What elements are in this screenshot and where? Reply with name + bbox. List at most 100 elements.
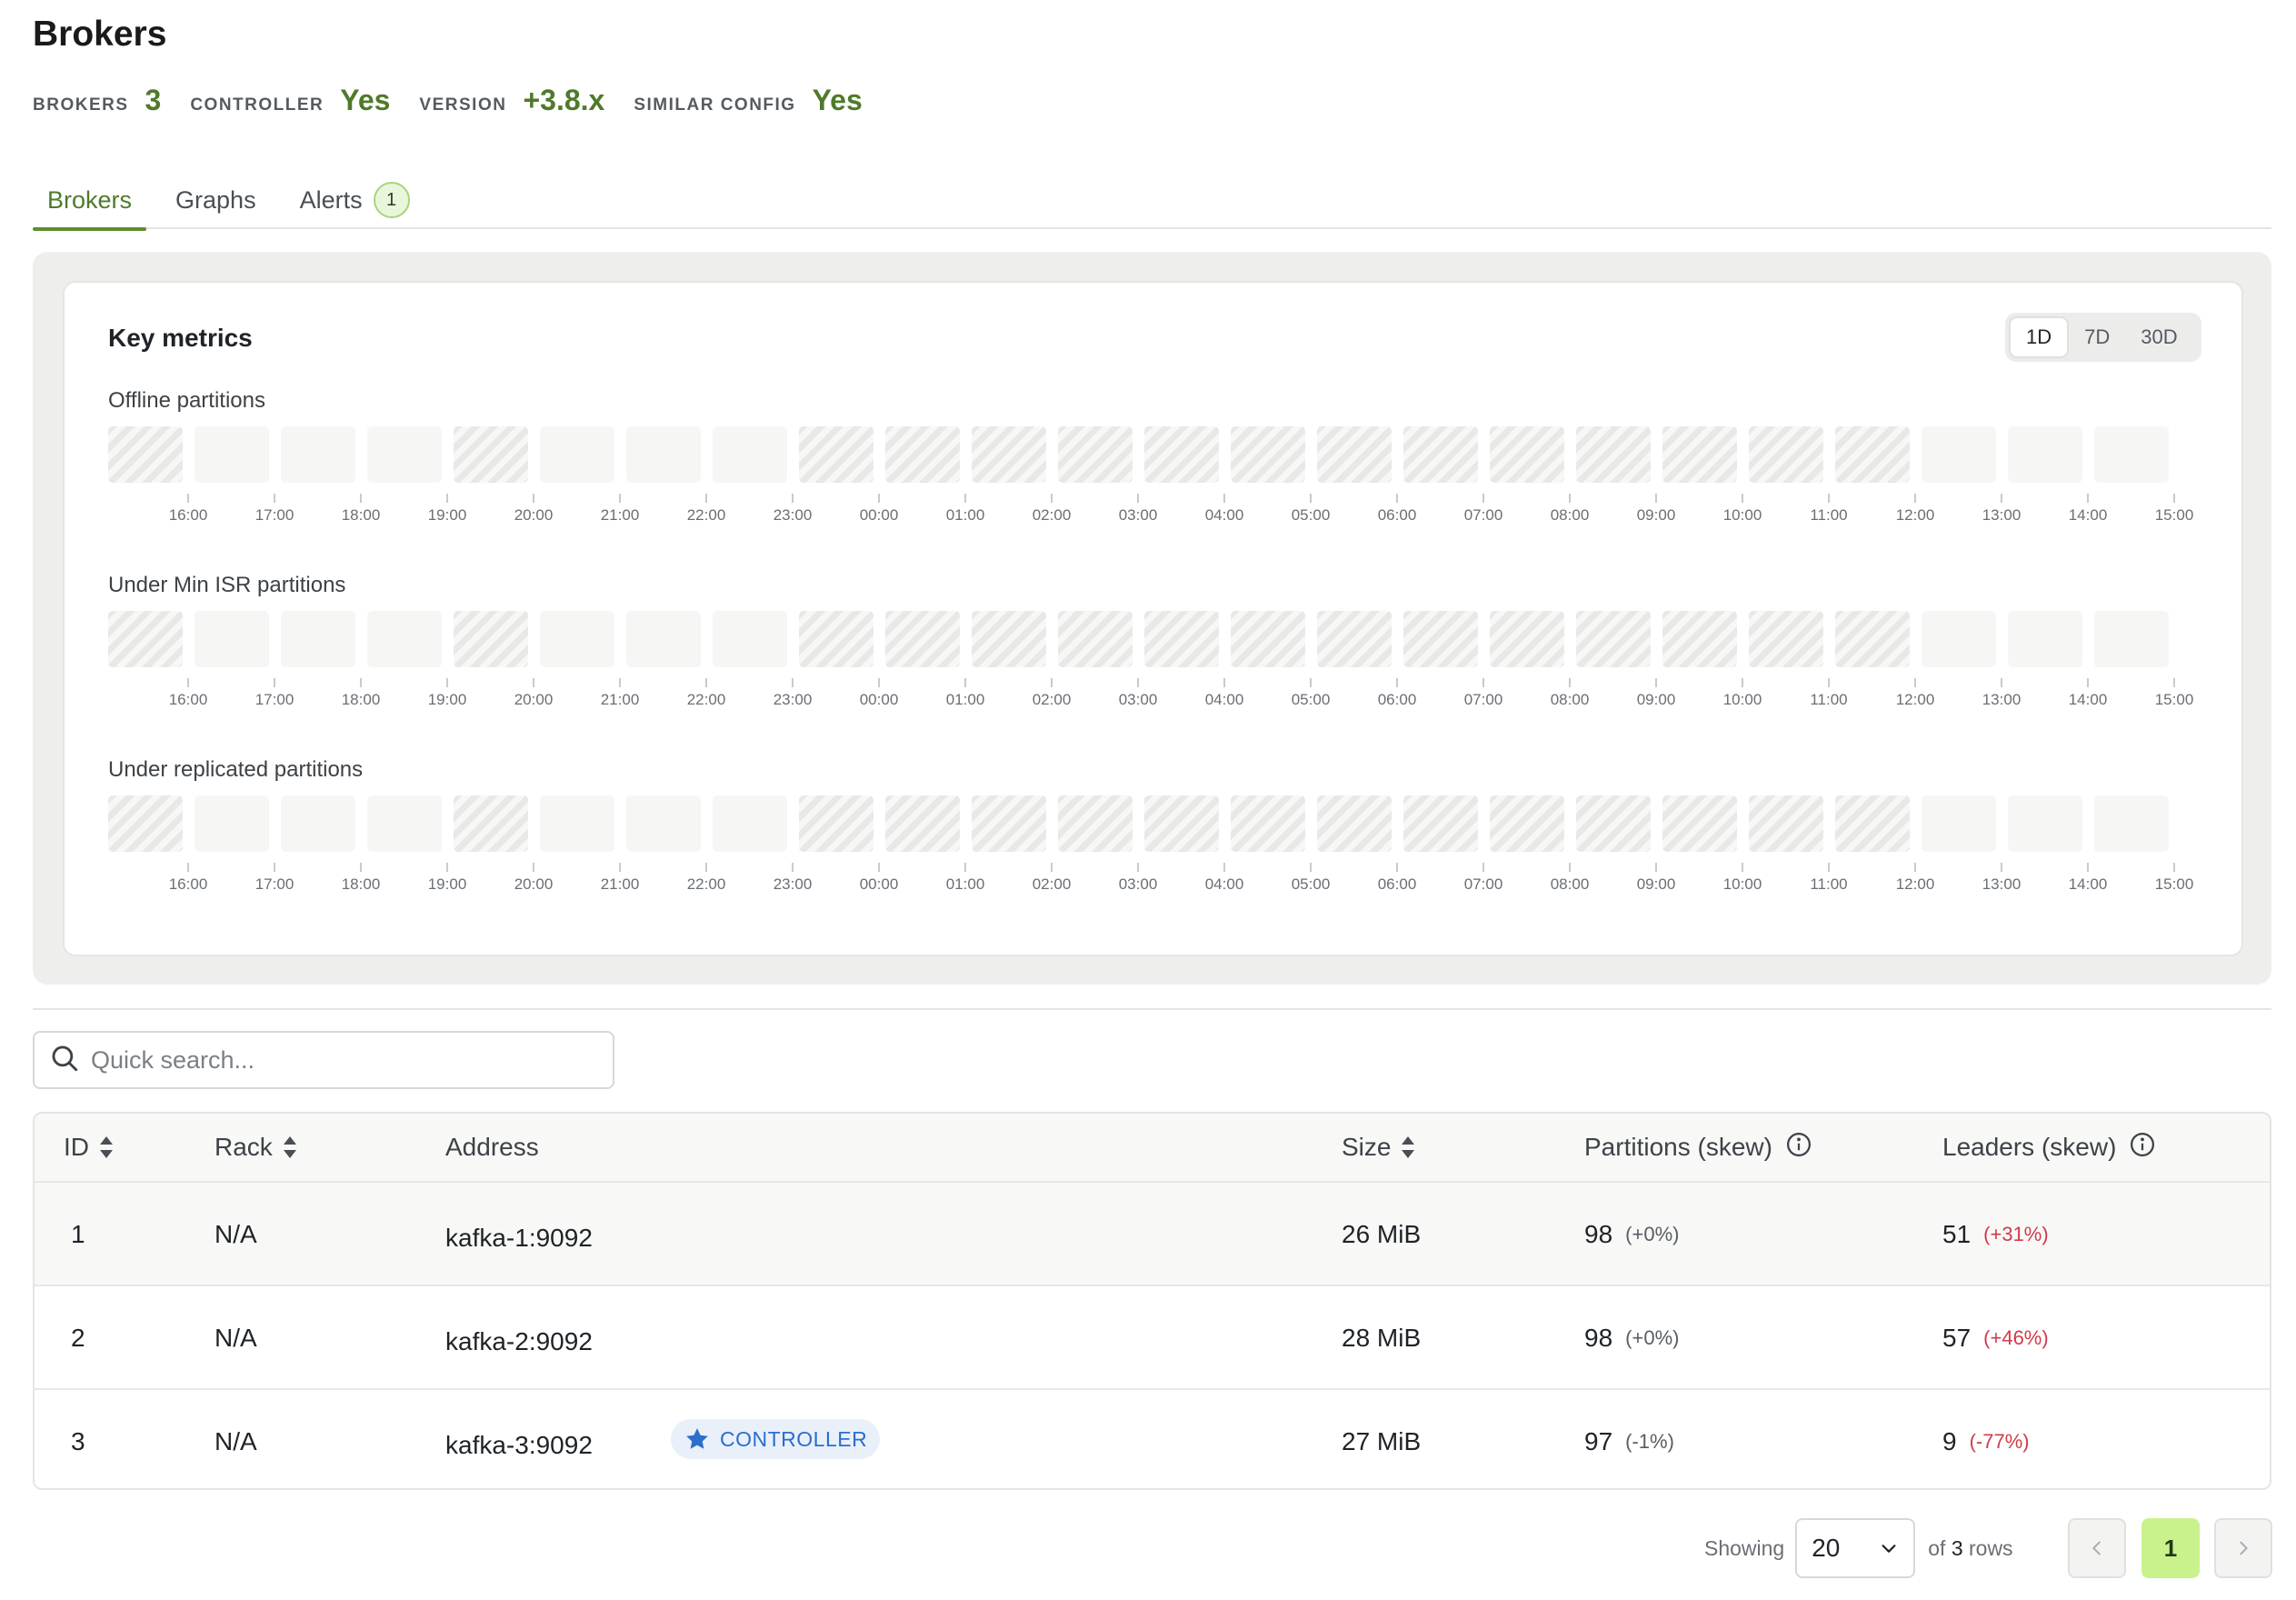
bar-cell-no-data [1749, 426, 1823, 483]
axis-tick [705, 863, 707, 872]
axis-tick [1051, 678, 1053, 687]
bar-cell-no-data [1058, 426, 1133, 483]
search-input[interactable] [91, 1045, 600, 1075]
star-icon [686, 1428, 708, 1449]
axis-tick [274, 494, 275, 503]
table-row[interactable]: 1 N/A kafka-1:9092 26 MiB 98 (+0%) 51 (+… [35, 1181, 2270, 1285]
axis-tick [2001, 494, 2002, 503]
bar-cell-no-data [1403, 611, 1478, 667]
axis-tick [1051, 863, 1053, 872]
bar-cell-no-data [1058, 795, 1133, 852]
bar-cell-no-data [454, 426, 528, 483]
axis-tick [619, 678, 621, 687]
bar-cell-no-data [1490, 795, 1564, 852]
axis-tick [360, 494, 362, 503]
bar-cell-no-data [1231, 611, 1305, 667]
bar-cell-no-data [1144, 611, 1219, 667]
chevron-down-icon [1882, 1545, 1896, 1553]
bar-cell-empty [2008, 426, 2082, 483]
page-size-value: 20 [1812, 1534, 1841, 1562]
axis-tick [1482, 494, 1484, 503]
axis-tick-label: 21:00 [600, 875, 640, 893]
range-7d-button[interactable]: 7D [2069, 316, 2125, 358]
column-label: Rack [215, 1133, 273, 1161]
page-1-button[interactable]: 1 [2141, 1518, 2200, 1578]
axis-tick [1828, 863, 1830, 872]
stat-controller: CONTROLLER Yes [190, 84, 390, 117]
range-1d-button[interactable]: 1D [2009, 316, 2070, 358]
bar-cell-no-data [1749, 795, 1823, 852]
next-page-button[interactable] [2214, 1518, 2272, 1578]
axis-tick [1223, 494, 1225, 503]
axis-tick-label: 17:00 [255, 691, 294, 708]
bar-cell-no-data [454, 795, 528, 852]
axis-tick [187, 678, 189, 687]
bar-cell-empty [1922, 795, 1996, 852]
quick-search-box[interactable] [33, 1031, 614, 1089]
bar-cell-no-data [799, 611, 873, 667]
axis-tick [1137, 863, 1139, 872]
info-icon[interactable] [2129, 1131, 2156, 1165]
table-row[interactable]: 2 N/A kafka-2:9092 28 MiB 98 (+0%) 57 (+… [35, 1285, 2270, 1388]
tab-alerts[interactable]: Alerts 1 [285, 171, 424, 229]
metric-time-axis: 16:00 17:00 18:00 19:00 20:00 21:00 22:00 23:00… [108, 678, 2235, 715]
axis-tick-label: 12:00 [1895, 506, 1935, 524]
axis-tick-label: 17:00 [255, 506, 294, 524]
axis-tick-label: 19:00 [427, 875, 467, 893]
bar-cell-no-data [885, 426, 960, 483]
axis-tick [792, 863, 794, 872]
axis-tick-label: 07:00 [1463, 875, 1503, 893]
bar-cell-empty [2094, 426, 2169, 483]
bar-cell-empty [540, 611, 614, 667]
previous-page-button[interactable] [2068, 1518, 2126, 1578]
axis-tick [2087, 494, 2089, 503]
sort-icon[interactable] [282, 1135, 298, 1160]
axis-tick [1310, 863, 1312, 872]
axis-tick-label: 06:00 [1377, 691, 1417, 708]
bar-cell-empty [195, 611, 269, 667]
page-size-select[interactable]: 20 [1795, 1518, 1916, 1578]
metric-chart-under-min-isr: Under Min ISR partitions 16:00 17:00 18:00… [108, 573, 2235, 718]
tab-brokers[interactable]: Brokers [33, 171, 147, 231]
column-header-size[interactable]: Size [1342, 1114, 1416, 1181]
column-label: ID [64, 1133, 89, 1161]
column-header-id[interactable]: ID [64, 1114, 115, 1181]
table-row[interactable]: 3 N/A kafka-3:9092 CONTROLLER 27 MiB 97 … [35, 1388, 2270, 1488]
range-30d-button[interactable]: 30D [2125, 316, 2192, 358]
stat-brokers: BROKERS 3 [33, 84, 161, 117]
bar-cell-empty [626, 611, 701, 667]
axis-tick-label: 02:00 [1032, 506, 1072, 524]
axis-tick [1742, 863, 1743, 872]
bar-cell-no-data [1749, 611, 1823, 667]
stat-value: 3 [145, 84, 162, 116]
axis-tick-label: 06:00 [1377, 506, 1417, 524]
partitions-skew: (+0%) [1625, 1223, 1680, 1245]
column-label: Partitions (skew) [1584, 1133, 1772, 1161]
total-rows-count: 3 [1951, 1535, 1963, 1560]
axis-tick-label: 12:00 [1895, 691, 1935, 708]
axis-tick [1396, 494, 1398, 503]
bar-cell-no-data [799, 795, 873, 852]
axis-tick-label: 09:00 [1636, 691, 1676, 708]
cell-rack: N/A [215, 1324, 257, 1352]
axis-tick-label: 20:00 [514, 875, 554, 893]
sort-icon[interactable] [1400, 1135, 1416, 1160]
column-header-rack[interactable]: Rack [215, 1114, 298, 1181]
bar-cell-no-data [108, 795, 183, 852]
axis-tick-label: 04:00 [1204, 506, 1244, 524]
axis-tick [2173, 863, 2175, 872]
stat-value: Yes [340, 84, 391, 116]
axis-tick-label: 23:00 [773, 691, 813, 708]
cell-id: 2 [71, 1324, 85, 1352]
axis-tick [705, 678, 707, 687]
axis-tick [2087, 678, 2089, 687]
sort-icon[interactable] [98, 1135, 115, 1160]
info-icon[interactable] [1785, 1131, 1812, 1165]
partitions-skew: (+0%) [1625, 1326, 1680, 1349]
axis-tick-label: 14:00 [2068, 506, 2108, 524]
tab-label: Brokers [47, 185, 133, 214]
axis-tick-label: 07:00 [1463, 506, 1503, 524]
axis-tick [533, 494, 534, 503]
column-label: Leaders (skew) [1942, 1133, 2117, 1161]
tab-graphs[interactable]: Graphs [161, 171, 271, 229]
